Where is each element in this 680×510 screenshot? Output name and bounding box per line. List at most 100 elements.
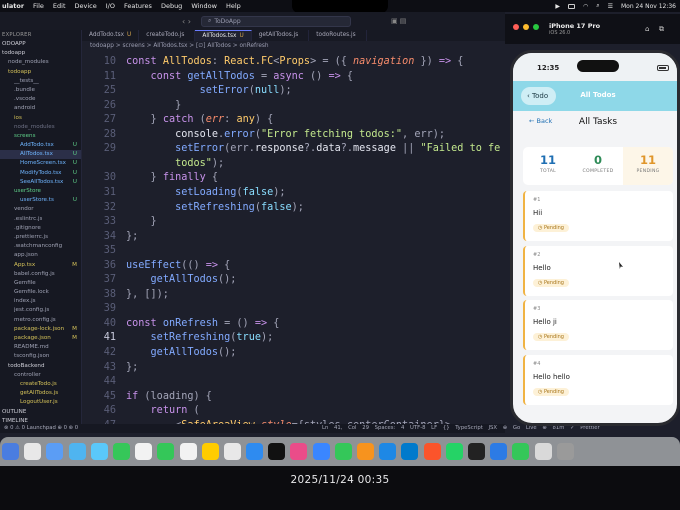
editor-tab[interactable]: getAllTodos.js <box>252 30 310 41</box>
home-icon[interactable]: ⌂ <box>645 25 649 33</box>
dock-app-icon[interactable] <box>357 443 374 460</box>
battery-icon[interactable] <box>567 3 575 9</box>
code-line[interactable]: 31 setLoading(false); <box>82 186 505 201</box>
tree-item[interactable]: android <box>0 104 81 113</box>
code-line[interactable]: todos"); <box>82 157 505 172</box>
editor-tab[interactable]: createTodo.js <box>139 30 196 41</box>
page-back-button[interactable]: ← Back <box>529 117 552 125</box>
code-editor[interactable]: 10 const AllTodos: React.FC<Props> = ({ n… <box>82 51 505 424</box>
menu-file[interactable]: File <box>33 2 44 10</box>
tree-item[interactable]: todoapp <box>0 68 81 77</box>
layout-toggle-icon[interactable]: ▣ ▤ <box>391 17 406 25</box>
editor-tab[interactable]: AddTodo.tsx U <box>82 30 140 41</box>
tree-item[interactable]: .eslintrc.js <box>0 215 81 224</box>
code-line[interactable]: 39 <box>82 302 505 317</box>
menu-help[interactable]: Help <box>226 2 241 10</box>
dock-app-icon[interactable] <box>135 443 153 460</box>
dock-app-icon[interactable] <box>223 443 241 460</box>
tree-item[interactable]: userStore <box>0 187 81 196</box>
dock-app-icon[interactable] <box>179 443 197 460</box>
code-line[interactable]: 38}, []); <box>82 288 505 303</box>
tree-item[interactable]: index.js <box>0 297 81 306</box>
nav-arrows-icon[interactable]: ‹ › <box>182 17 191 26</box>
menu-edit[interactable]: Edit <box>53 2 66 10</box>
todo-card[interactable]: #2 Hello ◷ Pending <box>523 245 673 296</box>
todo-card[interactable]: #4 Hello hello ◷ Pending <box>523 354 673 405</box>
dock-app-icon[interactable] <box>246 443 264 460</box>
tree-item[interactable]: metro.config.js <box>0 316 81 325</box>
tree-item[interactable]: README.md <box>0 343 81 352</box>
tree-item[interactable]: .watchmanconfig <box>0 242 81 251</box>
minimize-window-icon[interactable] <box>523 24 529 30</box>
code-line[interactable]: 26 } <box>82 99 505 114</box>
breadcrumb[interactable]: todoapp > screens > AllTodos.tsx > [∅] A… <box>82 41 505 51</box>
code-line[interactable]: 46 return ( <box>82 404 505 419</box>
command-search-input[interactable]: ⌕ ToDoApp <box>200 15 351 27</box>
menu-debug[interactable]: Debug <box>161 2 182 10</box>
menu-window[interactable]: Window <box>191 2 217 10</box>
dock-app-icon[interactable] <box>312 443 330 460</box>
tree-item[interactable]: app.json <box>0 251 81 260</box>
code-line[interactable]: 30 } finally { <box>82 171 505 186</box>
dock-app-icon[interactable] <box>201 443 219 460</box>
code-line[interactable]: 33 } <box>82 215 505 230</box>
play-icon[interactable]: ▶ <box>555 3 560 10</box>
dock-app-icon[interactable] <box>379 443 397 460</box>
zoom-window-icon[interactable] <box>533 24 539 30</box>
dock-app-icon[interactable] <box>112 443 130 460</box>
tree-item[interactable]: controller <box>0 371 81 380</box>
tree-item[interactable]: __tests__ <box>0 77 81 86</box>
dock-app-icon[interactable] <box>268 443 286 460</box>
dock-app-icon[interactable] <box>90 443 108 460</box>
tree-item[interactable]: AddTodo.tsx U <box>0 141 81 150</box>
tree-item[interactable]: package.json M <box>0 334 81 343</box>
code-line[interactable]: 25 setError(null); <box>82 84 505 99</box>
tree-item[interactable]: HomeScreen.tsx U <box>0 159 81 168</box>
menu-app[interactable]: ulator <box>2 2 24 10</box>
menubar-clock[interactable]: Mon 24 Nov 12:36 <box>621 3 676 10</box>
dock-app-icon[interactable] <box>401 443 419 460</box>
code-line[interactable]: 34}; <box>82 230 505 245</box>
tree-item[interactable]: OUTLINE <box>0 408 81 417</box>
code-line[interactable]: 45 if (loading) { <box>82 390 505 405</box>
code-line[interactable]: 11 const getAllTodos = async () => { <box>82 70 505 85</box>
dock-app-icon[interactable] <box>24 443 42 460</box>
search-icon[interactable]: ⌕ <box>596 2 599 10</box>
dock-app-icon[interactable] <box>157 443 175 460</box>
tree-item[interactable]: LogoutUser.js <box>0 398 81 407</box>
code-line[interactable]: 29 setError(err.response?.data?.message … <box>82 142 505 157</box>
dock-app-icon[interactable] <box>512 443 530 460</box>
editor-tab[interactable]: todoRoutes.js <box>309 30 367 41</box>
tree-item[interactable]: package-lock.json M <box>0 325 81 334</box>
tree-item[interactable]: vendor <box>0 205 81 214</box>
tree-item[interactable]: App.tsx M <box>0 261 81 270</box>
code-line[interactable]: 36 useEffect(() => { <box>82 259 505 274</box>
dock-app-icon[interactable] <box>2 443 19 460</box>
tree-item[interactable]: ModifyTodo.tsx U <box>0 169 81 178</box>
close-window-icon[interactable] <box>513 24 519 30</box>
dock-app-icon[interactable] <box>490 443 508 460</box>
code-line[interactable]: 10 const AllTodos: React.FC<Props> = ({ n… <box>82 55 505 70</box>
todo-card[interactable]: #3 Hello ji ◷ Pending <box>523 300 673 350</box>
dock-app-icon[interactable] <box>467 443 485 460</box>
wifi-icon[interactable]: ◠ <box>583 3 588 10</box>
tree-item[interactable]: node_modules <box>0 58 81 67</box>
menu-features[interactable]: Features <box>124 2 152 10</box>
screenshot-icon[interactable]: ⧉ <box>659 25 664 34</box>
tree-item[interactable]: SeeAllTodos.tsx U <box>0 178 81 187</box>
dock-app-icon[interactable] <box>290 443 308 460</box>
tree-item[interactable]: tsconfig.json <box>0 352 81 361</box>
tree-item[interactable]: AllTodos.tsx U <box>0 150 81 160</box>
tree-item[interactable]: .bundle <box>0 86 81 95</box>
dock-app-icon[interactable] <box>556 443 574 460</box>
editor-tab[interactable]: AllTodos.tsx U <box>195 30 252 41</box>
menu-io[interactable]: I/O <box>106 2 115 10</box>
code-line[interactable]: 35 <box>82 244 505 259</box>
code-line[interactable]: 27 } catch (err: any) { <box>82 113 505 128</box>
tree-item[interactable]: .gitignore <box>0 224 81 233</box>
tree-item[interactable]: todoapp <box>0 49 81 58</box>
tree-item[interactable]: screens <box>0 132 81 141</box>
tree-item[interactable]: getAllTodos.js <box>0 389 81 398</box>
dock-app-icon[interactable] <box>68 443 86 460</box>
code-line[interactable]: 44 <box>82 375 505 390</box>
